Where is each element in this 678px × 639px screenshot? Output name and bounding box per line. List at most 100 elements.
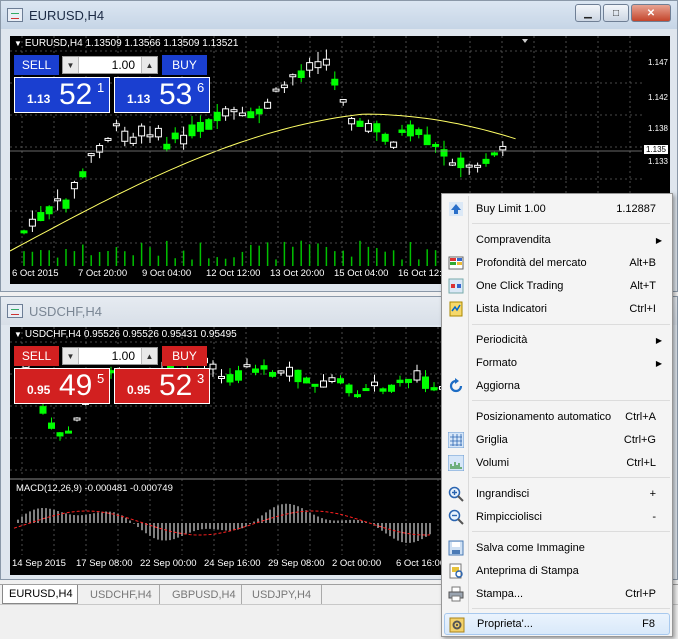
candle-body — [328, 377, 336, 383]
candle-body — [381, 133, 389, 142]
candle-body — [70, 181, 78, 190]
candle-body — [322, 58, 330, 66]
candle-body — [243, 364, 251, 368]
candle-body — [311, 383, 319, 387]
refresh-icon — [449, 378, 463, 393]
menu-item-print-preview[interactable]: Anteprima di Stampa — [444, 560, 670, 582]
chart-window-icon — [7, 304, 23, 318]
time-tick: 15 Oct 04:00 — [334, 268, 389, 279]
candle-body — [235, 370, 242, 381]
candle-body — [430, 387, 438, 391]
ask-price[interactable]: 1.13 53 6 — [114, 77, 210, 113]
lot-increase-icon[interactable]: ▲ — [141, 57, 157, 73]
menu-separator — [472, 223, 670, 224]
menu-item-compravendita[interactable]: Compravendita ▶ — [444, 229, 670, 251]
menu-item-properties[interactable]: Proprieta'... F8 — [444, 613, 670, 635]
tab-gbpusd[interactable]: GBPUSD,H4 — [166, 585, 242, 604]
candle-body — [222, 108, 230, 117]
menu-item-market-depth[interactable]: Profondità del mercato Alt+B — [444, 252, 670, 274]
indicator-list-icon — [449, 301, 463, 317]
price-tick: 1.147 — [647, 58, 668, 67]
candle-body — [371, 381, 378, 387]
menu-item-save-image[interactable]: Salva come Immagine — [444, 537, 670, 559]
maximize-button[interactable]: □ — [603, 4, 629, 22]
lot-decrease-icon[interactable]: ▼ — [63, 348, 79, 364]
candle-body — [388, 384, 395, 392]
price-tick: 1.133 — [647, 157, 668, 166]
candle-body — [45, 206, 53, 215]
time-tick: 16 Oct 12: — [398, 268, 442, 279]
menu-item-auto-scroll[interactable]: Posizionamento automatico Ctrl+A — [444, 406, 670, 428]
candle-body — [422, 376, 429, 389]
candle-body — [154, 127, 162, 138]
candle-body — [65, 430, 72, 434]
lot-value[interactable]: 1.00 — [79, 58, 141, 72]
menu-item-one-click-trading[interactable]: One Click Trading Alt+T — [444, 275, 670, 297]
window-title: USDCHF,H4 — [29, 303, 102, 319]
buy-button[interactable]: BUY — [162, 55, 207, 75]
window-titlebar[interactable]: EURUSD,H4 ▁ □ ✕ — [1, 1, 677, 29]
candle-body — [303, 377, 310, 384]
lot-stepper[interactable]: ▼ 1.00 ▲ — [62, 56, 158, 74]
close-button[interactable]: ✕ — [631, 4, 671, 22]
menu-separator — [472, 608, 670, 609]
menu-item-indicator-list[interactable]: Lista Indicatori Ctrl+I — [444, 298, 670, 320]
price-tick: 1.138 — [647, 124, 668, 133]
candle-body — [87, 153, 95, 157]
time-tick: 6 Oct 2015 — [12, 268, 59, 279]
menu-separator — [472, 324, 670, 325]
candle-body — [260, 365, 268, 370]
lot-increase-icon[interactable]: ▲ — [141, 348, 157, 364]
lot-value[interactable]: 1.00 — [79, 349, 141, 363]
candle-body — [73, 417, 81, 421]
properties-icon — [449, 617, 465, 633]
candle-body — [286, 366, 293, 377]
lot-stepper[interactable]: ▼ 1.00 ▲ — [62, 347, 158, 365]
collapse-triangle-icon: ▼ — [14, 39, 22, 48]
depth-grid-icon — [448, 256, 464, 270]
shift-marker-icon — [522, 39, 528, 43]
candle-body — [294, 369, 302, 383]
menu-item-volumes[interactable]: Volumi Ctrl+L — [444, 452, 670, 474]
tab-usdchf[interactable]: USDCHF,H4 — [84, 585, 160, 604]
menu-item-zoom-out[interactable]: Rimpicciolisci - — [444, 506, 670, 528]
candle-body — [247, 111, 255, 119]
menu-item-print[interactable]: Stampa... Ctrl+P — [444, 583, 670, 605]
menu-item-buy-limit[interactable]: Buy Limit 1.00 1.12887 — [444, 198, 670, 220]
lot-decrease-icon[interactable]: ▼ — [63, 57, 79, 73]
menu-item-timeframe[interactable]: Periodicità ▶ — [444, 329, 670, 351]
candle-body — [269, 371, 276, 377]
candle-body — [54, 198, 62, 202]
menu-item-grid[interactable]: Griglia Ctrl+G — [444, 429, 670, 451]
candle-body — [205, 119, 213, 130]
sell-button[interactable]: SELL — [14, 55, 59, 75]
bid-price[interactable]: 1.13 52 1 — [14, 77, 110, 113]
candle-body — [171, 132, 179, 140]
grid-icon — [448, 432, 464, 448]
bid-price[interactable]: 0.95 49 5 — [14, 368, 110, 404]
candle-body — [138, 125, 146, 137]
menu-item-refresh[interactable]: Aggiorna — [444, 375, 670, 397]
candle-body — [264, 101, 272, 109]
macd-indicator-label: MACD(12,26,9) -0.000481 -0.000749 — [16, 483, 173, 494]
tab-eurusd[interactable]: EURUSD,H4 — [2, 585, 78, 604]
minimize-button[interactable]: ▁ — [575, 4, 601, 22]
tab-usdjpy[interactable]: USDJPY,H4 — [246, 585, 322, 604]
time-tick: 6 Oct 16:00 — [396, 558, 446, 569]
candle-body — [104, 137, 112, 141]
candle-body — [121, 130, 129, 142]
candle-body — [339, 99, 347, 103]
buy-button[interactable]: BUY — [162, 346, 207, 366]
menu-item-format[interactable]: Formato ▶ — [444, 352, 670, 374]
candle-body — [373, 123, 381, 133]
candle-body — [277, 370, 285, 374]
menu-separator — [472, 477, 670, 478]
candle-body — [255, 108, 263, 115]
ask-price[interactable]: 0.95 52 3 — [114, 368, 210, 404]
candle-body — [457, 157, 465, 169]
sell-button[interactable]: SELL — [14, 346, 59, 366]
candle-body — [213, 111, 221, 122]
candle-body — [406, 124, 414, 137]
candle-body — [362, 388, 370, 392]
menu-item-zoom-in[interactable]: Ingrandisci + — [444, 483, 670, 505]
